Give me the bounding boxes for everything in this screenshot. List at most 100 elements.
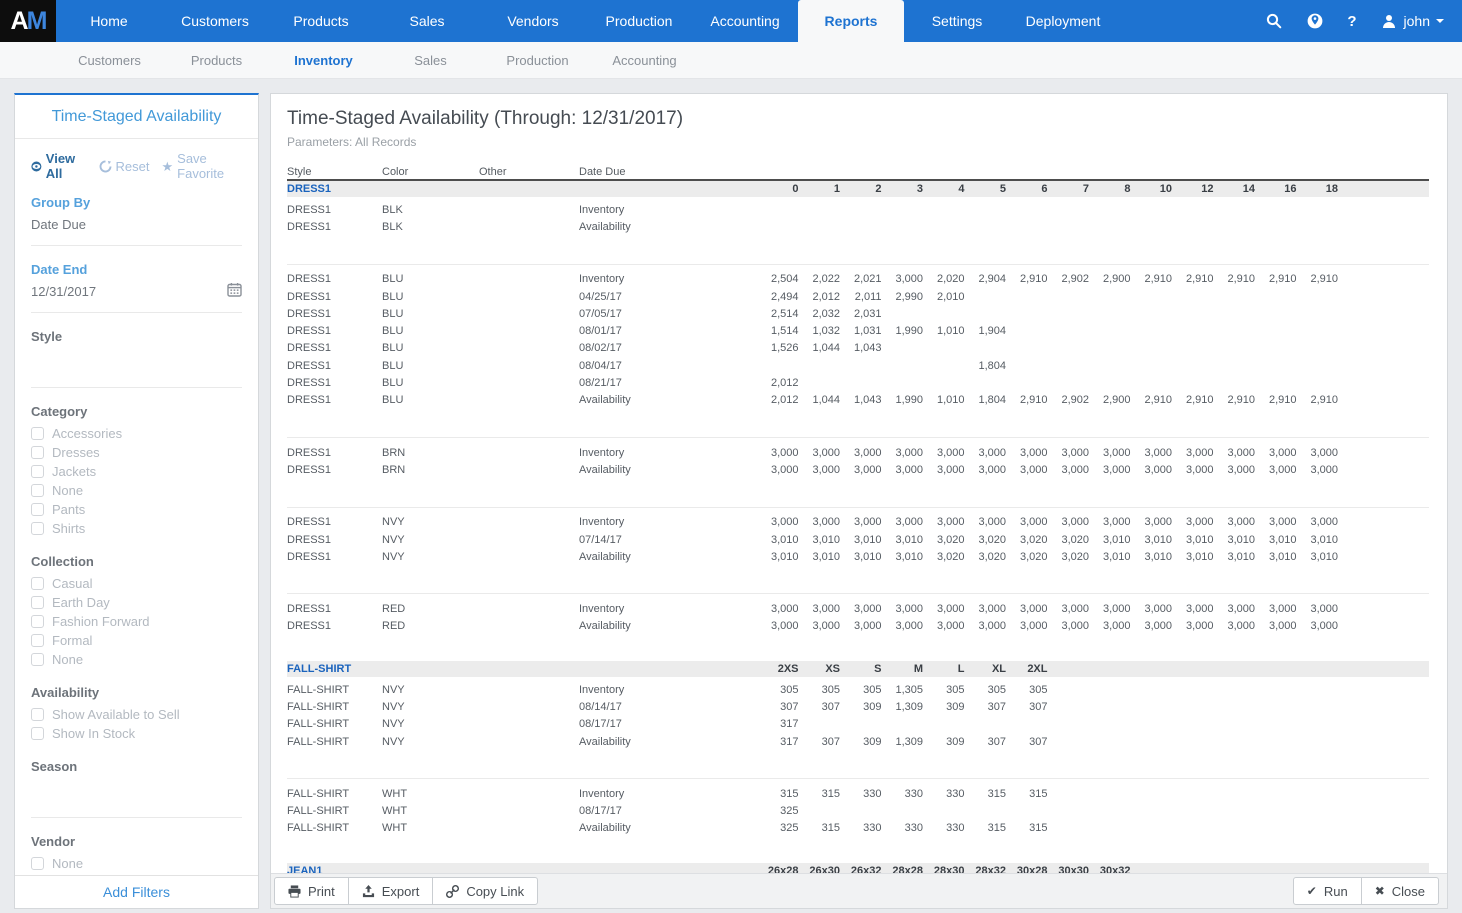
cell-color: NVY	[382, 736, 479, 748]
checkbox-icon[interactable]	[31, 484, 44, 497]
checkbox-icon[interactable]	[31, 465, 44, 478]
nav-item-products[interactable]: Products	[268, 0, 374, 42]
checkbox-icon[interactable]	[31, 727, 44, 740]
cell-style: FALL-SHIRT	[287, 788, 382, 800]
app-logo[interactable]: AM	[0, 0, 56, 42]
run-button[interactable]: ✔ Run	[1293, 877, 1362, 905]
subnav-item-customers[interactable]: Customers	[56, 53, 163, 68]
table-row: DRESS1 RED Inventory3,0003,0003,0003,000…	[287, 600, 1429, 617]
filter-section-label: Group By	[31, 195, 242, 210]
calendar-icon[interactable]	[227, 282, 242, 300]
top-nav: AM HomeCustomersProductsSalesVendorsProd…	[0, 0, 1462, 42]
nav-item-reports[interactable]: Reports	[798, 0, 904, 42]
filter-option[interactable]: None	[31, 650, 242, 669]
filter-option[interactable]: Shirts	[31, 519, 242, 538]
nav-item-vendors[interactable]: Vendors	[480, 0, 586, 42]
checkbox-icon[interactable]	[31, 446, 44, 459]
printer-icon	[288, 885, 301, 898]
group-header-row: FALL-SHIRT2XSXSSMLXL2XL	[287, 661, 1429, 677]
nav-item-accounting[interactable]: Accounting	[692, 0, 798, 42]
cell-style: FALL-SHIRT	[287, 736, 382, 748]
checkbox-icon[interactable]	[31, 857, 44, 870]
export-button[interactable]: Export	[348, 877, 434, 905]
report-content[interactable]: Time-Staged Availability (Through: 12/31…	[271, 94, 1447, 873]
reset-button[interactable]: Reset	[99, 159, 150, 174]
filter-option[interactable]: Casual	[31, 574, 242, 593]
cell-date-due: 04/25/17	[579, 291, 763, 303]
checkbox-icon[interactable]	[31, 596, 44, 609]
checkbox-icon[interactable]	[31, 427, 44, 440]
cell-date-due: Inventory	[579, 684, 763, 696]
filter-section-label: Category	[31, 404, 242, 419]
close-button[interactable]: ✖ Close	[1361, 877, 1439, 905]
empty-filter-area[interactable]	[31, 349, 242, 375]
cell-color: BRN	[382, 447, 479, 459]
table-row: FALL-SHIRT WHT 08/17/17325	[287, 803, 1429, 820]
nav-item-production[interactable]: Production	[586, 0, 692, 42]
cell-color: BLU	[382, 273, 479, 285]
cell-style: DRESS1	[287, 603, 382, 615]
cell-color: WHT	[382, 805, 479, 817]
filter-option[interactable]: Jackets	[31, 462, 242, 481]
cell-date-due: 08/21/17	[579, 377, 763, 389]
subnav-item-production[interactable]: Production	[484, 53, 591, 68]
group-header-row: DRESS10123456781012141618	[287, 181, 1429, 197]
subnav-item-accounting[interactable]: Accounting	[591, 53, 698, 68]
user-menu[interactable]: john	[1381, 13, 1444, 30]
subnav-item-inventory[interactable]: Inventory	[270, 53, 377, 68]
table-row: DRESS1 NVY 07/14/173,0103,0103,0103,0103…	[287, 531, 1429, 548]
cell-date-due: Inventory	[579, 273, 763, 285]
search-icon[interactable]	[1265, 13, 1282, 30]
checkbox-icon[interactable]	[31, 708, 44, 721]
table-row: DRESS1 BRN Availability3,0003,0003,0003,…	[287, 461, 1429, 478]
checkbox-icon[interactable]	[31, 503, 44, 516]
checkbox-icon[interactable]	[31, 653, 44, 666]
filter-option[interactable]: Show In Stock	[31, 724, 242, 743]
empty-filter-area[interactable]	[31, 779, 242, 805]
cell-color: BLU	[382, 360, 479, 372]
filter-option[interactable]: Accessories	[31, 424, 242, 443]
nav-item-settings[interactable]: Settings	[904, 0, 1010, 42]
table-row: FALL-SHIRT NVY Availability3173073091,30…	[287, 733, 1429, 750]
filter-option[interactable]: Formal	[31, 631, 242, 650]
cell-date-due: 08/02/17	[579, 342, 763, 354]
filter-option[interactable]: Show Available to Sell	[31, 705, 242, 724]
copy-link-button[interactable]: Copy Link	[432, 877, 538, 905]
filter-option[interactable]: Dresses	[31, 443, 242, 462]
print-button[interactable]: Print	[274, 877, 349, 905]
add-filters-link[interactable]: Add Filters	[103, 884, 170, 900]
filter-option[interactable]: Earth Day	[31, 593, 242, 612]
filter-option[interactable]: Pants	[31, 500, 242, 519]
cell-style: DRESS1	[287, 394, 382, 406]
nav-item-home[interactable]: Home	[56, 0, 162, 42]
group-style-name: JEAN1	[287, 865, 763, 873]
subnav-item-products[interactable]: Products	[163, 53, 270, 68]
user-name: john	[1404, 13, 1430, 29]
cell-color: BLK	[382, 221, 479, 233]
view-all-button[interactable]: View All	[31, 151, 87, 181]
style-group-dress1: DRESS10123456781012141618 DRESS1 BLK Inv…	[287, 181, 1429, 635]
globe-icon[interactable]	[1306, 13, 1323, 30]
group-header-row: JEAN126x2826x3026x3228x2828x3028x3230x28…	[287, 863, 1429, 873]
sidebar-sections: Group ByDate DueDate End12/31/2017 Style…	[31, 195, 242, 875]
date-end-field[interactable]: 12/31/2017	[31, 282, 242, 300]
filter-option[interactable]: None	[31, 854, 242, 873]
checkbox-icon[interactable]	[31, 577, 44, 590]
cell-color: NVY	[382, 551, 479, 563]
cell-style: DRESS1	[287, 291, 382, 303]
nav-item-customers[interactable]: Customers	[162, 0, 268, 42]
logo-letter-a: A	[11, 7, 27, 36]
checkbox-icon[interactable]	[31, 522, 44, 535]
nav-item-sales[interactable]: Sales	[374, 0, 480, 42]
checkbox-icon[interactable]	[31, 634, 44, 647]
nav-item-deployment[interactable]: Deployment	[1010, 0, 1116, 42]
filter-option[interactable]: None	[31, 481, 242, 500]
help-icon[interactable]: ?	[1347, 13, 1356, 30]
filter-option[interactable]: Fashion Forward	[31, 612, 242, 631]
checkbox-icon[interactable]	[31, 615, 44, 628]
user-icon	[1381, 13, 1398, 30]
filter-section-style: Style	[31, 329, 242, 388]
group-by-value[interactable]: Date Due	[31, 215, 242, 233]
subnav-item-sales[interactable]: Sales	[377, 53, 484, 68]
save-favorite-button[interactable]: ★ Save Favorite	[162, 151, 243, 181]
